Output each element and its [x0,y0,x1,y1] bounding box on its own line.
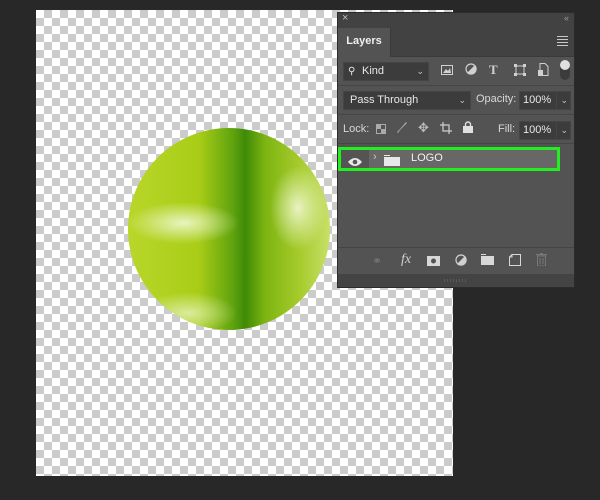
panel-menu-icon[interactable] [557,36,568,48]
filter-toggle-knob [560,60,570,70]
link-layers-icon[interactable]: ⚭ [372,254,382,268]
blend-mode-value: Pass Through [350,94,419,106]
shape-filter-icon[interactable] [514,64,526,79]
blend-row: Pass Through ⌄ Opacity: 100% ⌄ [338,86,574,115]
lock-all-icon[interactable] [463,121,473,136]
lock-artboard-icon[interactable] [440,122,452,137]
filter-row: ⚲ Kind ⌄ T [338,57,574,86]
panel-tab-bar: Layers [338,26,574,57]
type-filter-icon[interactable]: T [489,62,498,78]
opacity-value: 100% [523,94,552,106]
opacity-label: Opacity: [476,93,517,105]
fill-label: Fill: [498,123,516,135]
layer-name: LOGO [411,152,443,164]
fill-value: 100% [523,124,552,136]
tab-layers[interactable]: Layers [338,28,391,57]
layers-panel: × ‹‹ Layers ⚲ Kind ⌄ T Pass Through ⌄ Op… [337,12,575,288]
search-icon: ⚲ [348,66,356,77]
lock-image-icon[interactable] [396,122,408,137]
delete-layer-icon[interactable] [536,253,547,269]
opacity-dropdown[interactable]: ⌄ [556,91,571,110]
chevron-down-icon: ⌄ [416,66,424,76]
fx-icon[interactable]: fx [401,252,411,268]
add-mask-icon[interactable] [427,255,440,269]
lock-label: Lock: [343,123,370,135]
panel-resize-grip[interactable] [338,274,574,287]
layer-row-logo[interactable]: › LOGO [338,147,560,171]
new-group-icon[interactable] [481,254,494,268]
smart-object-filter-icon[interactable] [538,63,549,79]
new-adjustment-icon[interactable] [455,254,467,269]
blend-mode-select[interactable]: Pass Through ⌄ [343,91,471,110]
opacity-input[interactable]: 100% [519,91,557,110]
panel-footer: ⚭ fx [338,247,574,274]
filter-kind-label: Kind [362,65,385,77]
chevron-down-icon: ⌄ [560,95,568,105]
collapse-icon[interactable]: ‹‹ [564,12,569,25]
panel-title-bar[interactable]: × ‹‹ [338,12,574,26]
filter-kind-select[interactable]: ⚲ Kind ⌄ [343,62,429,81]
pixel-filter-icon[interactable] [441,64,453,78]
new-layer-icon[interactable] [509,254,521,269]
green-circle-image [128,128,330,330]
chevron-down-icon: ⌄ [458,95,466,105]
fill-dropdown[interactable]: ⌄ [556,121,571,140]
folder-icon [384,153,400,171]
lock-transparent-icon[interactable] [376,123,386,137]
fill-input[interactable]: 100% [519,121,557,140]
chevron-down-icon: ⌄ [560,125,568,135]
close-icon[interactable]: × [342,12,348,25]
lock-row: Lock: ✥ Fill: 100% ⌄ [338,115,574,144]
filter-toggle[interactable] [560,60,570,80]
lock-position-icon[interactable]: ✥ [418,120,429,136]
adjustment-filter-icon[interactable] [465,63,477,78]
eye-icon [348,154,362,172]
visibility-toggle[interactable] [341,150,369,168]
layers-list: › LOGO [338,144,574,250]
expand-chevron-icon[interactable]: › [373,151,377,163]
